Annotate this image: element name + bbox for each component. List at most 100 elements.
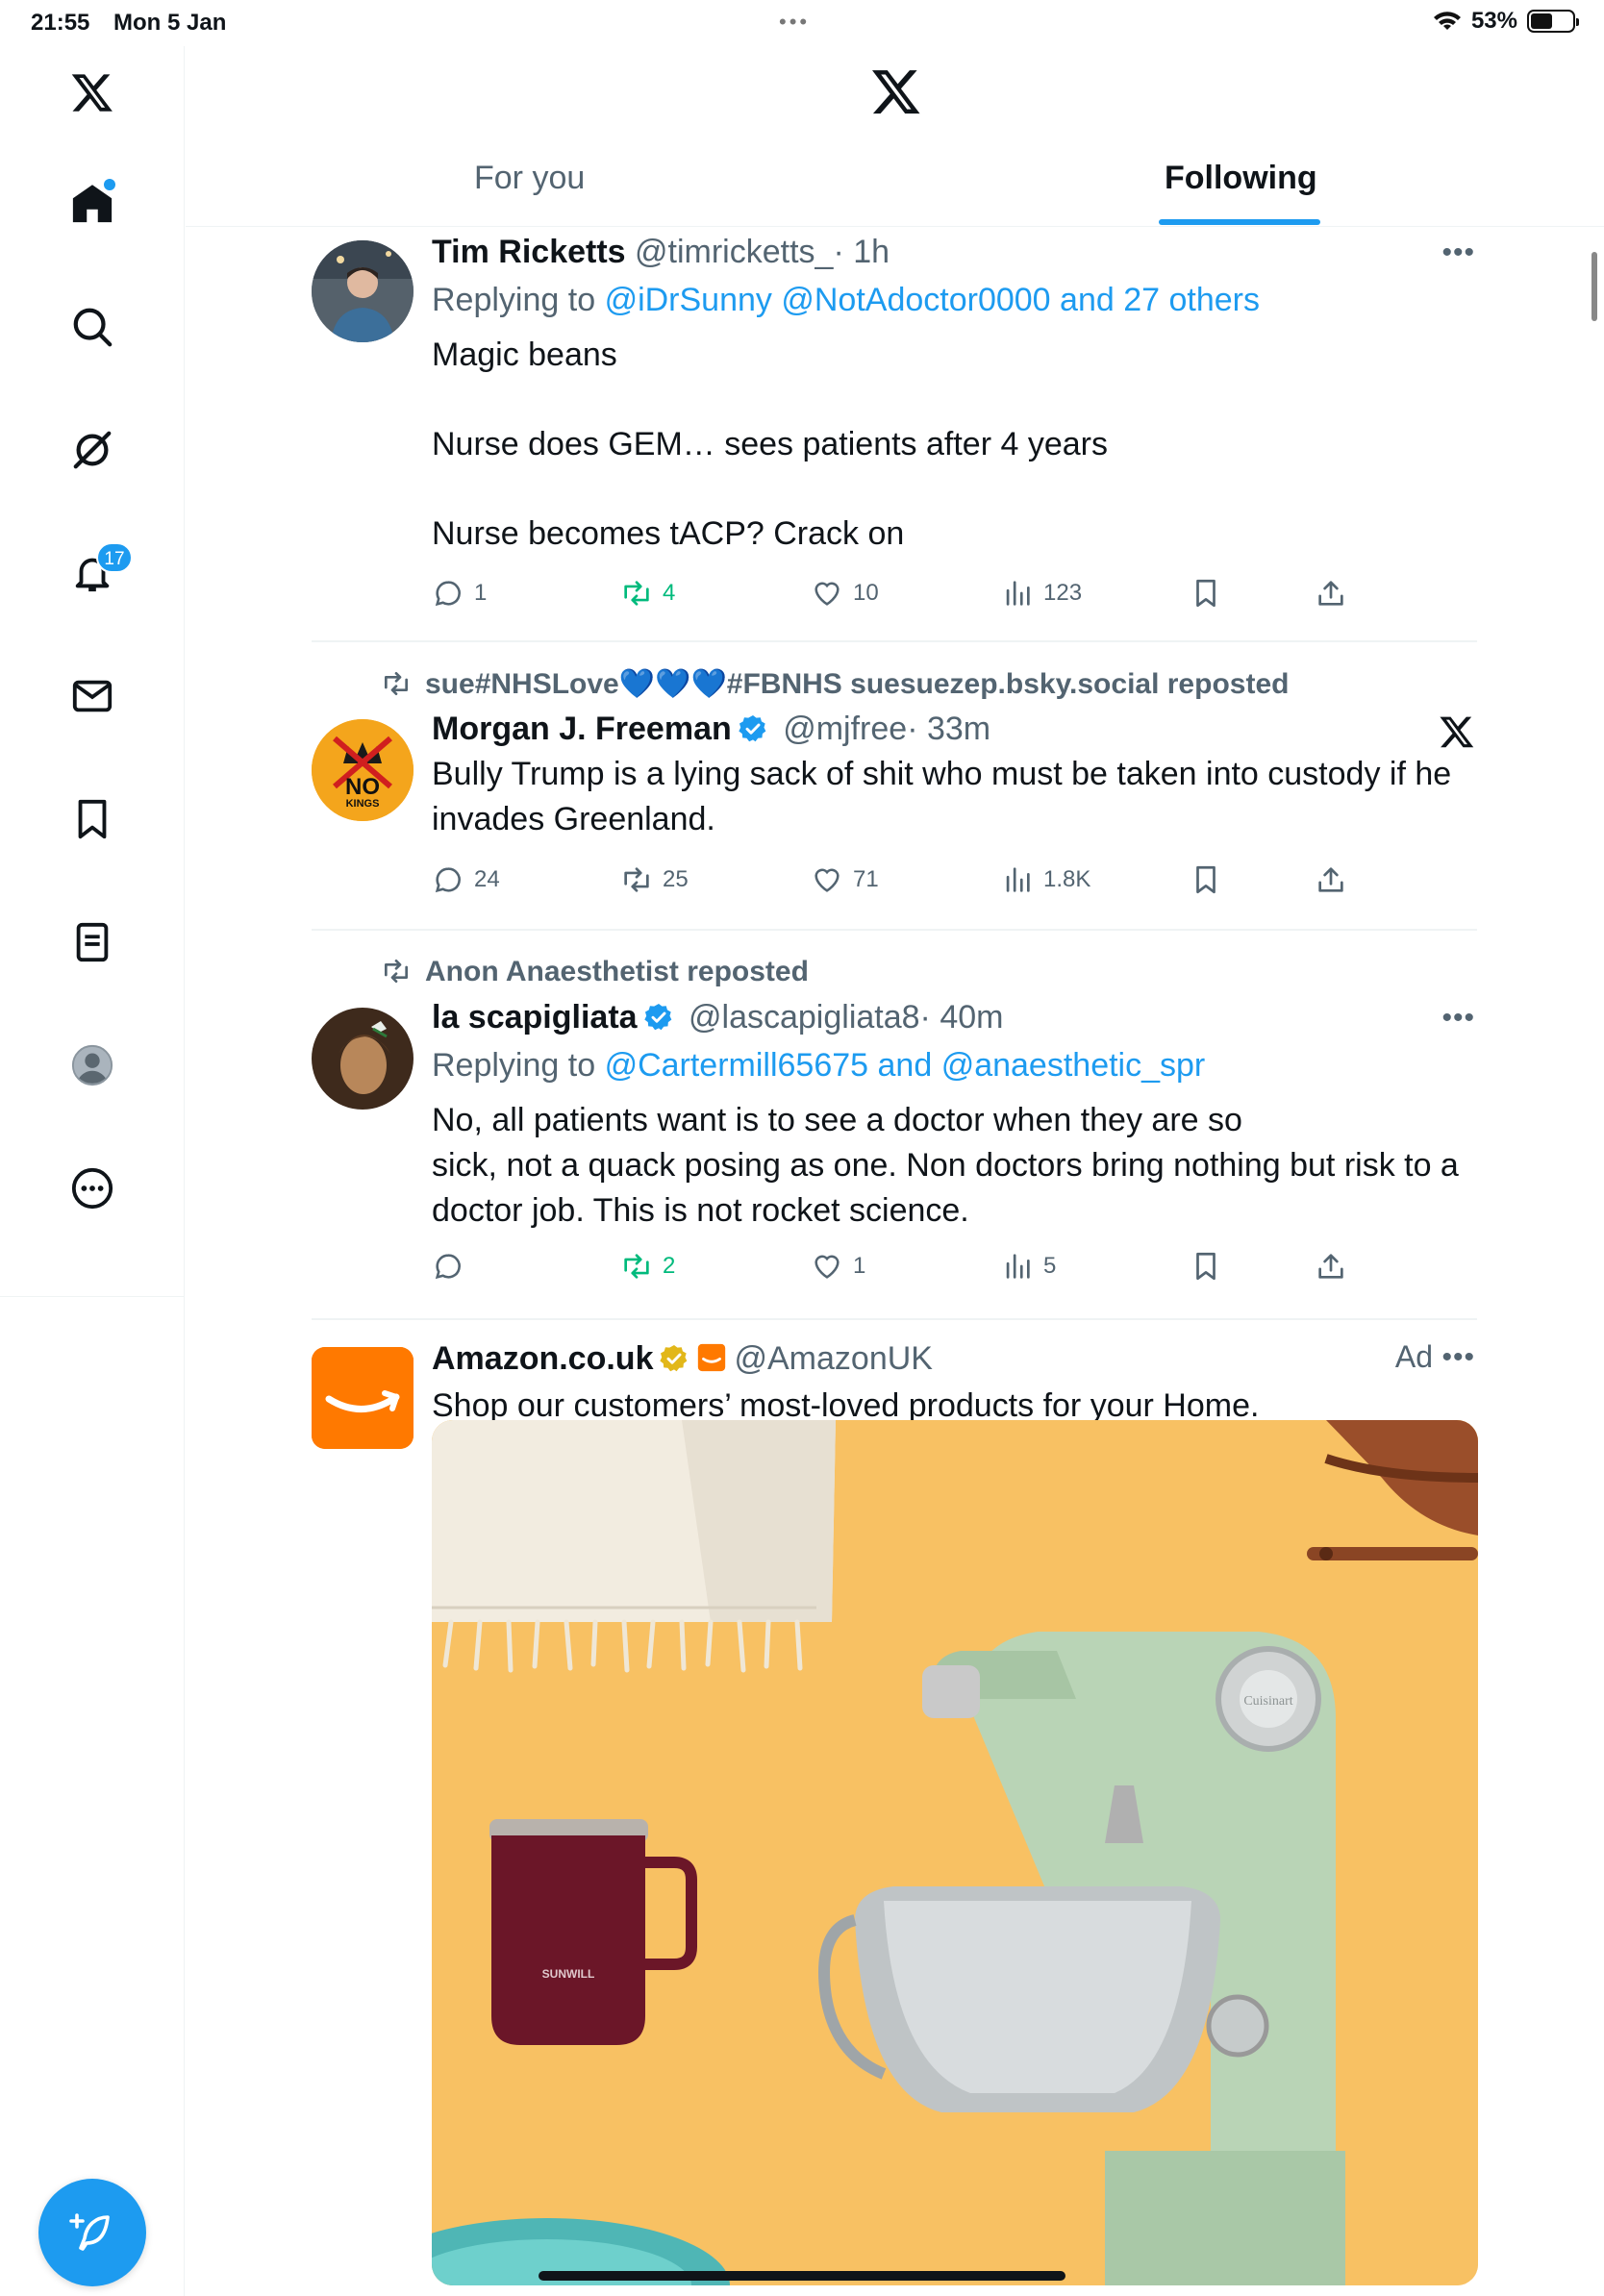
status-time: 21:55 [31, 10, 90, 36]
reposted-by-text[interactable]: Anon Anaesthetist reposted [425, 956, 809, 987]
sidebar-item-notifications[interactable]: 17 [54, 535, 133, 611]
reply-icon [435, 581, 461, 607]
more-options-icon[interactable]: ••• [1441, 237, 1475, 269]
sidebar-item-home[interactable] [54, 165, 131, 242]
author-handle[interactable]: @timricketts_ [635, 234, 833, 270]
views-icon [1006, 867, 1030, 892]
bookmark-icon [1196, 579, 1216, 608]
x-logo-icon[interactable] [870, 65, 922, 117]
tweet[interactable]: Anon Anaesthetist reposted la scapigliat… [312, 931, 1477, 1320]
sidebar-item-bookmarks[interactable] [54, 781, 131, 858]
views-button[interactable]: 1.8K [1001, 863, 1090, 896]
views-button[interactable]: 5 [1001, 1250, 1056, 1283]
battery-percent: 53% [1470, 8, 1517, 34]
more-options-icon[interactable]: ••• [1441, 1341, 1475, 1374]
views-icon [1006, 581, 1030, 606]
new-posts-dot [104, 179, 115, 190]
tweet-actions: 24 25 71 1.8K [432, 863, 1393, 906]
tweet-actions: 1 4 10 123 [432, 577, 1393, 619]
author-handle[interactable]: @mjfree [783, 711, 907, 747]
replying-to-users[interactable]: @iDrSunny @NotAdoctor0000 and 27 others [605, 282, 1260, 318]
avatar-text-kings: KINGS [346, 798, 380, 810]
compose-button[interactable] [38, 2179, 146, 2286]
author-name[interactable]: Amazon.co.uk [432, 1340, 653, 1377]
reply-button[interactable]: 1 [432, 577, 487, 610]
share-button[interactable] [1315, 863, 1347, 896]
status-right: 53% [1433, 8, 1579, 35]
like-count: 10 [853, 580, 879, 606]
reply-button[interactable] [432, 1250, 474, 1283]
sidebar-item-lists[interactable] [54, 904, 131, 981]
reply-count: 24 [474, 866, 500, 892]
ad-tweet[interactable]: Amazon.co.uk @AmazonUK Shop our customers… [312, 1320, 1478, 2296]
repost-icon [624, 867, 649, 892]
reposted-by: Anon Anaesthetist reposted [381, 956, 809, 988]
ad-image[interactable]: SUNWILL Cuisinart [432, 1420, 1478, 2285]
sidebar-item-more[interactable] [54, 1150, 131, 1227]
repost-button[interactable]: 4 [620, 577, 675, 610]
like-button[interactable]: 71 [811, 863, 879, 896]
x-logo-icon[interactable] [54, 54, 131, 131]
tab-for-you[interactable]: For you [474, 160, 585, 197]
sidebar-item-messages[interactable] [54, 658, 131, 735]
avatar[interactable] [312, 1008, 414, 1110]
tweet-time[interactable]: · 1h [833, 234, 890, 270]
affiliate-badge-icon [698, 1343, 726, 1372]
bookmark-button[interactable] [1190, 1250, 1222, 1283]
author-name[interactable]: Tim Ricketts [432, 234, 626, 270]
bookmark-button[interactable] [1190, 577, 1222, 610]
reply-icon [435, 867, 461, 893]
bookmark-icon [1196, 865, 1216, 894]
avatar[interactable]: NO KINGS [312, 719, 414, 821]
author-handle[interactable]: @AmazonUK [734, 1340, 932, 1377]
share-button[interactable] [1315, 1250, 1347, 1283]
author-handle[interactable]: @lascapigliata8 [689, 999, 920, 1036]
tweet[interactable]: sue#NHSLove💙💙💙#FBNHS suesuezep.bsky.soci… [312, 642, 1477, 931]
avatar[interactable] [312, 240, 414, 342]
repost-icon [624, 1254, 649, 1279]
repost-icon [385, 960, 408, 983]
view-count: 1.8K [1043, 866, 1091, 892]
tab-following[interactable]: Following [1165, 160, 1317, 197]
tweet-text-line: Nurse does GEM… sees patients after 4 ye… [432, 426, 1108, 462]
sidebar-item-search[interactable] [54, 288, 131, 365]
sidebar-item-grok[interactable] [54, 412, 131, 488]
view-count: 5 [1043, 1253, 1057, 1279]
tweet-header: Amazon.co.uk @AmazonUK [432, 1335, 1477, 1382]
share-button[interactable] [1315, 577, 1347, 610]
ad-label: Ad [1394, 1339, 1433, 1374]
scrollbar[interactable] [1591, 252, 1597, 321]
views-button[interactable]: 123 [1001, 577, 1082, 610]
reposted-by-text[interactable]: sue#NHSLove💙💙💙#FBNHS suesuezep.bsky.soci… [425, 668, 1289, 700]
view-count: 123 [1043, 580, 1083, 606]
tweet-time[interactable]: · 40m [920, 999, 1004, 1036]
battery-fill [1531, 13, 1553, 29]
sidebar-item-profile[interactable] [54, 1027, 131, 1104]
like-count: 1 [853, 1253, 866, 1279]
replying-to-users[interactable]: @Cartermill65675 and @anaesthetic_spr [605, 1047, 1206, 1084]
sidebar-divider [0, 1296, 185, 1297]
replying-prefix: Replying to [432, 1047, 596, 1084]
like-button[interactable]: 1 [811, 1250, 865, 1283]
avatar[interactable] [312, 1347, 414, 1449]
compose-icon [69, 2213, 110, 2251]
tweet-time[interactable]: · 33m [907, 711, 990, 747]
replying-prefix: Replying to [432, 282, 596, 318]
mug-brand-text: SUNWILL [542, 1967, 595, 1981]
repost-count: 2 [663, 1253, 676, 1279]
repost-button[interactable]: 25 [620, 863, 689, 896]
tweet-actions: 2 1 5 [432, 1250, 1393, 1292]
like-button[interactable]: 10 [811, 577, 879, 610]
heart-icon [815, 582, 840, 606]
multitasking-dots-icon[interactable]: ••• [779, 10, 810, 35]
more-options-icon[interactable]: ••• [1441, 1002, 1475, 1035]
share-icon [1318, 581, 1343, 606]
bookmark-button[interactable] [1190, 863, 1222, 896]
bookmark-icon [78, 799, 107, 839]
tweet[interactable]: Tim Ricketts @timricketts_· 1h Replying … [312, 229, 1477, 642]
profile-icon [71, 1044, 113, 1086]
reply-button[interactable]: 24 [432, 863, 500, 896]
author-name[interactable]: Morgan J. Freeman [432, 711, 732, 747]
author-name[interactable]: la scapigliata [432, 999, 638, 1036]
repost-button[interactable]: 2 [620, 1250, 675, 1283]
